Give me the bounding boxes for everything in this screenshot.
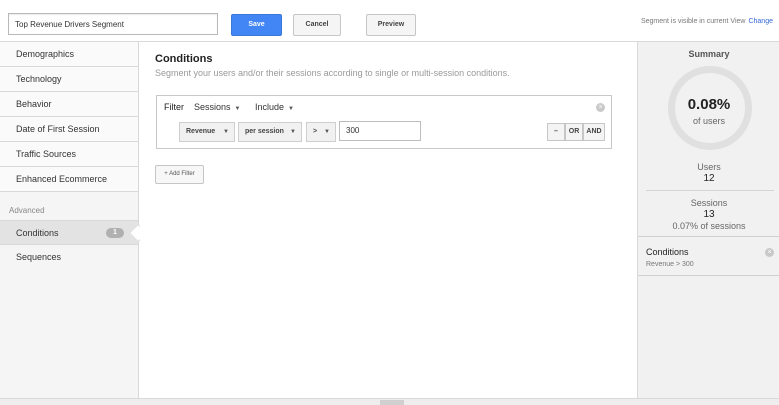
remove-filter-icon[interactable]: × [596, 103, 605, 112]
operator-dropdown[interactable]: > ▼ [306, 122, 336, 142]
sessions-percent: 0.07% of sessions [672, 221, 746, 231]
caret-down-icon: ▼ [288, 106, 294, 112]
and-button[interactable]: AND [583, 123, 605, 141]
add-filter-button[interactable]: + Add Filter [155, 165, 204, 184]
remove-condition-button[interactable]: – [547, 123, 565, 141]
scope-value: Sessions [194, 102, 231, 112]
scope-dropdown[interactable]: Sessions ▼ [194, 102, 240, 112]
summary-divider [646, 190, 774, 191]
sidebar-item-demographics[interactable]: Demographics [0, 42, 138, 67]
include-value: Include [255, 102, 285, 112]
aggregation-dropdown[interactable]: per session ▼ [238, 122, 302, 142]
change-link[interactable]: Change [748, 18, 773, 25]
top-bar: Save Cancel Preview Segment is visible i… [0, 0, 779, 42]
caret-down-icon: ▼ [234, 106, 241, 112]
segment-category-sidebar: Demographics Technology Behavior Date of… [0, 42, 139, 398]
advanced-heading: Advanced [9, 206, 45, 215]
users-value: 12 [703, 173, 715, 184]
include-dropdown[interactable]: Include ▼ [255, 102, 294, 112]
conditions-count-badge: 1 [106, 228, 124, 238]
filter-block: Filter Sessions ▼ Include ▼ × Revenue ▼ per… [156, 95, 612, 149]
dimension-dropdown[interactable]: Revenue ▼ [179, 122, 235, 142]
scroll-handle[interactable] [380, 400, 404, 405]
filter-label: Filter [164, 102, 184, 112]
users-label: Users [697, 162, 721, 172]
or-button[interactable]: OR [565, 123, 583, 141]
summary-conditions-detail: Revenue > 300 [646, 261, 694, 268]
summary-conditions-title: Conditions [646, 247, 689, 257]
sidebar-item-technology[interactable]: Technology [0, 67, 138, 92]
summary-title: Summary [688, 49, 730, 59]
sessions-value: 13 [703, 209, 715, 220]
operator-value: > [313, 128, 318, 135]
sidebar-item-sequences[interactable]: Sequences [0, 245, 138, 270]
save-button[interactable]: Save [231, 14, 282, 36]
caret-down-icon: ▼ [324, 129, 330, 135]
sidebar-item-conditions[interactable]: Conditions 1 [0, 220, 138, 245]
caret-down-icon: ▼ [290, 129, 296, 135]
page-title: Conditions [155, 53, 213, 65]
aggregation-value: per session [245, 128, 284, 135]
sidebar-item-traffic-sources[interactable]: Traffic Sources [0, 142, 138, 167]
sessions-label: Sessions [690, 198, 728, 208]
caret-down-icon: ▼ [223, 129, 229, 135]
dimension-value: Revenue [186, 128, 216, 135]
sidebar-item-label: Conditions [16, 228, 59, 238]
condition-value-input[interactable]: 300 [339, 121, 421, 141]
cancel-button[interactable]: Cancel [293, 14, 341, 36]
sidebar-item-date-of-first-session[interactable]: Date of First Session [0, 117, 138, 142]
users-percent-label: of users [692, 116, 725, 126]
segment-name-input[interactable] [8, 13, 218, 35]
users-percent: 0.08% [687, 96, 731, 113]
sidebar-item-enhanced-ecommerce[interactable]: Enhanced Ecommerce [0, 167, 138, 192]
preview-button[interactable]: Preview [366, 14, 416, 36]
conditions-panel: Conditions Segment your users and/or the… [140, 42, 637, 398]
summary-conditions: Conditions Revenue > 300 × [638, 236, 779, 276]
page-description: Segment your users and/or their sessions… [155, 68, 510, 78]
visibility-text: Segment is visible in current View [640, 18, 746, 25]
sidebar-item-behavior[interactable]: Behavior [0, 92, 138, 117]
close-icon[interactable]: × [765, 248, 774, 257]
visibility-note: Segment is visible in current View Change [641, 18, 773, 25]
bottom-scrollbar[interactable] [0, 398, 779, 405]
summary-panel: Summary 0.08% of users Users 12 Sessions… [637, 42, 779, 398]
